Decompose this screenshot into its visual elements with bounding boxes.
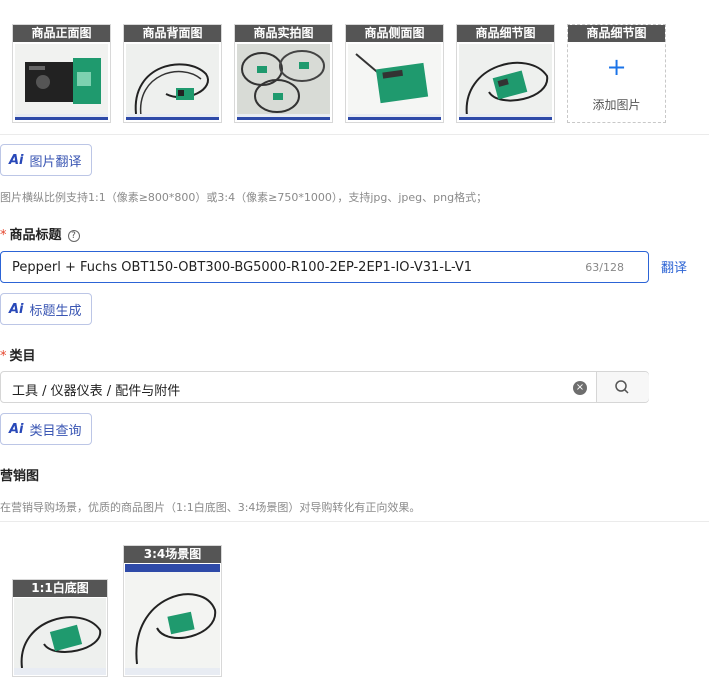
product-image-detail[interactable]: 商品细节图 bbox=[456, 24, 555, 123]
marketing-label: 营销图 bbox=[0, 469, 40, 484]
ai-icon: Ai bbox=[9, 301, 24, 317]
image-caption: 商品细节图 bbox=[568, 25, 665, 42]
image-caption: 1:1白底图 bbox=[13, 580, 107, 597]
image-translate-label: 图片翻译 bbox=[29, 154, 82, 170]
image-caption: 商品细节图 bbox=[457, 25, 554, 42]
sensor-side-photo bbox=[348, 44, 441, 120]
divider bbox=[0, 134, 709, 135]
sensor-detail-photo bbox=[459, 44, 552, 120]
add-image-slot[interactable]: 商品细节图 + 添加图片 bbox=[567, 24, 666, 123]
search-icon bbox=[615, 380, 629, 394]
product-image-side[interactable]: 商品侧面图 bbox=[345, 24, 444, 123]
product-image-list: 商品正面图 商品背面图 商品实拍图 商品侧面图 商品细节图 商品细节图 + 添加… bbox=[12, 24, 666, 123]
title-label-text: 商品标题 bbox=[9, 228, 62, 243]
category-label-text: 类目 bbox=[9, 349, 36, 364]
category-query-label: 类目查询 bbox=[29, 423, 82, 439]
product-image-back[interactable]: 商品背面图 bbox=[123, 24, 222, 123]
sensor-front-photo bbox=[15, 44, 108, 120]
help-icon[interactable]: ? bbox=[67, 230, 80, 242]
title-field-label: * 商品标题? bbox=[0, 224, 80, 243]
packaged-sensors-photo bbox=[237, 44, 330, 120]
title-char-count: 63/128 bbox=[585, 261, 624, 274]
category-query-button[interactable]: Ai 类目查询 bbox=[0, 413, 92, 445]
image-caption: 商品背面图 bbox=[124, 25, 221, 42]
add-image-label: 添加图片 bbox=[592, 98, 641, 112]
image-caption: 商品侧面图 bbox=[346, 25, 443, 42]
required-mark: * bbox=[0, 228, 7, 243]
sensor-scene-photo bbox=[125, 564, 220, 675]
clear-icon[interactable]: × bbox=[573, 381, 587, 395]
marketing-image-scene[interactable]: 3:4场景图 bbox=[123, 545, 222, 677]
title-input[interactable]: Pepperl + Fuchs OBT150-OBT300-BG5000-R10… bbox=[0, 251, 649, 283]
plus-icon[interactable]: + bbox=[568, 55, 665, 79]
title-translate-link[interactable]: 翻译 bbox=[661, 257, 687, 276]
image-caption: 商品正面图 bbox=[13, 25, 110, 42]
image-caption: 商品实拍图 bbox=[235, 25, 332, 42]
image-translate-button[interactable]: Ai 图片翻译 bbox=[0, 144, 92, 176]
product-image-front[interactable]: 商品正面图 bbox=[12, 24, 111, 123]
ai-icon: Ai bbox=[9, 152, 24, 168]
marketing-image-white-bg[interactable]: 1:1白底图 bbox=[12, 579, 108, 677]
category-input-value: 工具 / 仪器仪表 / 配件与附件 bbox=[12, 384, 181, 399]
category-input[interactable]: 工具 / 仪器仪表 / 配件与附件 × bbox=[0, 371, 649, 403]
image-format-hint: 图片横纵比例支持1:1（像素≥800*800）或3:4（像素≥750*1000）… bbox=[0, 191, 488, 204]
image-caption: 3:4场景图 bbox=[124, 546, 221, 563]
ai-icon: Ai bbox=[9, 421, 24, 437]
search-button[interactable] bbox=[597, 372, 649, 402]
title-generate-button[interactable]: Ai 标题生成 bbox=[0, 293, 92, 325]
required-mark: * bbox=[0, 349, 7, 364]
product-image-real[interactable]: 商品实拍图 bbox=[234, 24, 333, 123]
title-generate-label: 标题生成 bbox=[29, 303, 82, 319]
category-field-label: * 类目 bbox=[0, 345, 36, 364]
marketing-hint: 在营销导购场景，优质的商品图片（1:1白底图、3:4场景图）对导购转化有正向效果… bbox=[0, 501, 421, 514]
title-input-value: Pepperl + Fuchs OBT150-OBT300-BG5000-R10… bbox=[12, 260, 473, 275]
divider bbox=[0, 521, 709, 522]
sensor-white-bg-photo bbox=[14, 598, 106, 675]
sensor-back-photo bbox=[126, 44, 219, 120]
